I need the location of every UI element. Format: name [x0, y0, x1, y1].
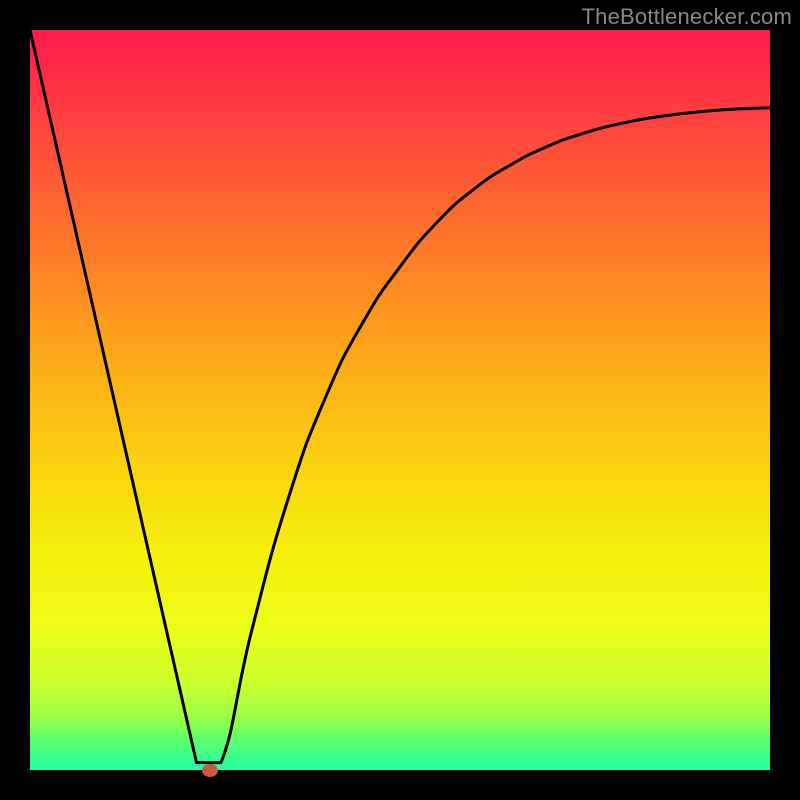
- watermark-text: TheBottlenecker.com: [582, 4, 792, 30]
- chart-container: TheBottlenecker.com: [0, 0, 800, 800]
- optimal-point-marker: [202, 764, 218, 777]
- gradient-background: [30, 30, 770, 770]
